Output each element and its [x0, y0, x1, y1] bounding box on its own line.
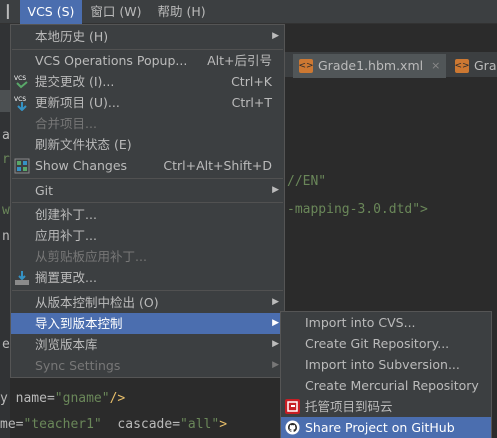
- submenu-arrow-icon: ▶: [272, 31, 279, 41]
- menu-item-commit-changes[interactable]: VCS 提交更改 (I)... Ctrl+K: [11, 71, 284, 92]
- menu-item-git[interactable]: Git ▶: [11, 180, 284, 201]
- menu-item-label: 合并项目...: [35, 116, 97, 131]
- menu-item-sync-settings: Sync Settings ▶: [11, 355, 284, 376]
- close-icon[interactable]: ×: [431, 54, 440, 78]
- menu-item-label: 刷新文件状态 (E): [35, 137, 132, 152]
- menu-item-shelve-changes[interactable]: 搁置更改...: [11, 267, 284, 288]
- submenu-item-label: Share Project on GitHub: [305, 420, 455, 435]
- submenu-arrow-icon: ▶: [272, 297, 279, 307]
- submenu-arrow-icon: ▶: [272, 185, 279, 195]
- menu-item-label: 提交更改 (I)...: [35, 74, 115, 89]
- menu-separator: [12, 202, 283, 203]
- submenu-item-label: 托管项目到码云: [305, 399, 393, 414]
- menu-separator: [12, 290, 283, 291]
- menu-item-label: Sync Settings: [35, 358, 121, 373]
- menu-item-label: 搁置更改...: [35, 270, 97, 285]
- submenu-item-import-into-cvs[interactable]: Import into CVS...: [281, 312, 491, 333]
- github-icon: [285, 420, 300, 435]
- code-fragment-n: n: [2, 229, 10, 244]
- menu-window[interactable]: 窗口 (W): [82, 0, 149, 24]
- menu-item-checkout-from-vcs[interactable]: 从版本控制中检出 (O) ▶: [11, 292, 284, 313]
- shelve-icon: [15, 271, 29, 285]
- menu-item-apply-patch-from-clipboard: 从剪贴板应用补丁...: [11, 246, 284, 267]
- svg-text:VCS: VCS: [14, 96, 26, 103]
- submenu-arrow-icon: ▶: [272, 339, 279, 349]
- menu-item-label: 浏览版本库: [35, 337, 98, 352]
- code-fragment-w: w: [2, 203, 10, 218]
- submenu-item-label: Import into Subversion...: [305, 357, 460, 372]
- menu-item-merge-project: 合并项目...: [11, 113, 284, 134]
- submenu-item-create-git-repository[interactable]: Create Git Repository...: [281, 333, 491, 354]
- gitee-icon: [285, 399, 300, 414]
- menu-item-label: Git: [35, 183, 54, 198]
- menu-item-local-history[interactable]: 本地历史 (H) ▶: [11, 26, 284, 47]
- menu-item-label: 导入到版本控制: [35, 316, 123, 331]
- submenu-item-label: Create Git Repository...: [305, 336, 450, 351]
- menu-item-vcs-operations-popup[interactable]: VCS Operations Popup... Alt+后引号: [11, 50, 284, 71]
- tab-label: Grade: [474, 58, 497, 73]
- vcs-menu: 本地历史 (H) ▶ VCS Operations Popup... Alt+后…: [10, 24, 285, 378]
- svg-text:VCS: VCS: [14, 75, 26, 82]
- code-fragment-e: e: [2, 337, 10, 352]
- submenu-item-label: Import into CVS...: [305, 315, 416, 330]
- submenu-item-label: Create Mercurial Repository: [305, 378, 479, 393]
- menu-item-browse-repository[interactable]: 浏览版本库 ▶: [11, 334, 284, 355]
- menu-item-show-changes[interactable]: Show Changes Ctrl+Alt+Shift+D: [11, 155, 284, 176]
- shortcut-label: Ctrl+K: [231, 74, 272, 89]
- editor-tab-bar: <> Grade1.hbm.xml × <> Grade: [285, 52, 497, 78]
- xml-file-icon: <>: [454, 59, 470, 73]
- show-changes-icon: [14, 158, 30, 174]
- import-into-vcs-submenu: Import into CVS... Create Git Repository…: [280, 311, 492, 438]
- menu-help[interactable]: 帮助 (H): [150, 0, 214, 24]
- code-line-teacher: me="teacher1" cascade="all">: [0, 417, 228, 432]
- tool-strip-fragment: [0, 90, 10, 112]
- shortcut-label: Ctrl+T: [231, 95, 272, 110]
- vcs-update-icon: VCS: [14, 96, 27, 111]
- menu-bar: ┃ VCS (S) 窗口 (W) 帮助 (H): [0, 0, 497, 24]
- menu-item-label: 本地历史 (H): [35, 29, 109, 44]
- menu-item-update-project[interactable]: VCS 更新项目 (U)... Ctrl+T: [11, 92, 284, 113]
- menu-item-import-into-vcs[interactable]: 导入到版本控制 ▶: [11, 313, 284, 334]
- menu-item-label: Show Changes: [35, 158, 128, 173]
- submenu-arrow-icon: ▶: [272, 318, 279, 328]
- code-line-dtd: -mapping-3.0.dtd">: [287, 202, 428, 217]
- xml-file-icon: <>: [298, 59, 314, 73]
- menu-left-edge: ┃: [4, 3, 12, 19]
- menu-item-label: 从版本控制中检出 (O): [35, 295, 159, 310]
- menu-item-label: 从剪贴板应用补丁...: [35, 249, 147, 264]
- code-fragment-r: r: [2, 152, 10, 167]
- code-line-doctype-en: //EN": [287, 174, 327, 189]
- menu-item-label: 更新项目 (U)...: [35, 95, 120, 110]
- menu-vcs[interactable]: VCS (S): [19, 0, 83, 24]
- vcs-commit-icon: VCS: [14, 75, 28, 89]
- code-fragment-a: a: [2, 128, 10, 143]
- menu-item-create-patch[interactable]: 创建补丁...: [11, 204, 284, 225]
- menu-item-apply-patch[interactable]: 应用补丁...: [11, 225, 284, 246]
- menu-item-label: 创建补丁...: [35, 207, 97, 222]
- tab-grade1-hbm-xml[interactable]: <> Grade1.hbm.xml ×: [293, 54, 447, 78]
- menu-item-label: 应用补丁...: [35, 228, 97, 243]
- submenu-item-share-on-github[interactable]: Share Project on GitHub: [281, 417, 491, 438]
- menu-item-refresh-file-status[interactable]: 刷新文件状态 (E): [11, 134, 284, 155]
- code-line-gname: y name="gname"/>: [0, 391, 126, 406]
- tab-label: Grade1.hbm.xml: [318, 58, 424, 73]
- submenu-item-host-on-gitee[interactable]: 托管项目到码云: [281, 396, 491, 417]
- submenu-item-create-mercurial-repository[interactable]: Create Mercurial Repository: [281, 375, 491, 396]
- shortcut-label: Ctrl+Alt+Shift+D: [163, 158, 272, 173]
- menu-item-label: VCS Operations Popup...: [35, 53, 188, 68]
- submenu-item-import-into-subversion[interactable]: Import into Subversion...: [281, 354, 491, 375]
- shortcut-label: Alt+后引号: [207, 53, 272, 68]
- menu-separator: [12, 178, 283, 179]
- tab-grade[interactable]: <> Grade: [451, 54, 497, 78]
- submenu-arrow-icon: ▶: [272, 360, 279, 370]
